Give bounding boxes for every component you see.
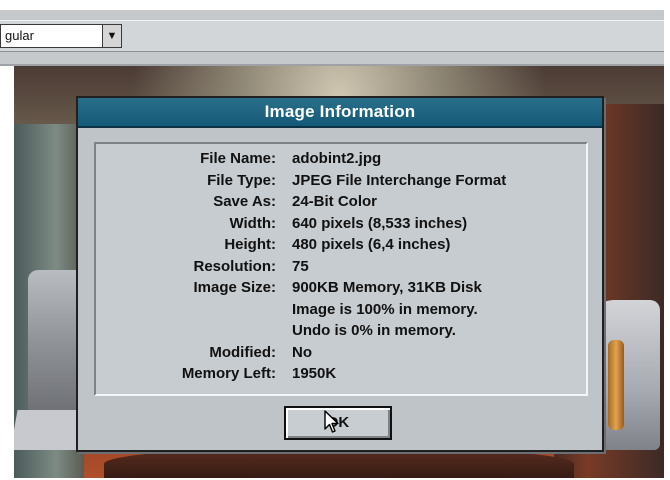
info-label: Height: <box>224 236 276 253</box>
info-label: Save As: <box>213 193 276 210</box>
info-value: Undo is 0% in memory. <box>292 322 456 339</box>
scene-chair-right-wood <box>608 340 624 430</box>
info-label: Modified: <box>209 343 276 361</box>
info-rows: File Name: adobint2.jpg File Type: JPEG … <box>96 150 586 387</box>
info-row-undo-percent: Undo is 0% in memory. <box>96 322 586 344</box>
info-value: Image is 100% in memory. <box>292 300 478 318</box>
image-information-dialog: Image Information File Name: adobint2.jp… <box>76 96 604 452</box>
info-row-memory-percent: Image is 100% in memory. <box>96 301 586 323</box>
toolbar: gular ▼ <box>0 10 664 66</box>
info-row-image-size: Image Size: 900KB Memory, 31KB Disk <box>96 279 586 301</box>
info-label: File Name: <box>200 150 276 167</box>
chevron-down-icon[interactable]: ▼ <box>102 25 121 47</box>
info-row-width: Width: 640 pixels (8,533 inches) <box>96 215 586 237</box>
combobox-value: gular <box>5 28 34 43</box>
info-value: 640 pixels (8,533 inches) <box>292 214 468 232</box>
info-panel: File Name: adobint2.jpg File Type: JPEG … <box>94 142 588 396</box>
info-value: 24-Bit Color <box>292 193 378 210</box>
info-row-file-name: File Name: adobint2.jpg <box>96 150 586 172</box>
info-label: Memory Left: <box>181 365 276 382</box>
scene-table <box>104 448 574 478</box>
info-row-resolution: Resolution: 75 <box>96 258 586 280</box>
info-label: Width: <box>229 214 276 232</box>
info-row-height: Height: 480 pixels (6,4 inches) <box>96 236 586 258</box>
info-label: Resolution: <box>193 257 277 275</box>
info-value: 1950K <box>292 365 337 382</box>
info-value: 900KB Memory, 31KB Disk <box>292 279 482 296</box>
info-value: No <box>292 343 312 361</box>
info-label: Image Size: <box>193 279 276 296</box>
info-row-file-type: File Type: JPEG File Interchange Format <box>96 172 586 194</box>
info-value: adobint2.jpg <box>292 150 382 167</box>
view-mode-combobox[interactable]: gular ▼ <box>0 24 122 48</box>
mouse-pointer-icon <box>324 410 339 433</box>
info-value: 75 <box>292 257 309 275</box>
info-value: 480 pixels (6,4 inches) <box>292 236 451 253</box>
dialog-titlebar[interactable]: Image Information <box>78 98 602 128</box>
info-row-save-as: Save As: 24-Bit Color <box>96 193 586 215</box>
info-value: JPEG File Interchange Format <box>292 171 507 189</box>
info-label: File Type: <box>207 171 276 189</box>
dialog-title: Image Information <box>264 102 416 121</box>
info-row-memory-left: Memory Left: 1950K <box>96 365 586 387</box>
info-row-modified: Modified: No <box>96 344 586 366</box>
